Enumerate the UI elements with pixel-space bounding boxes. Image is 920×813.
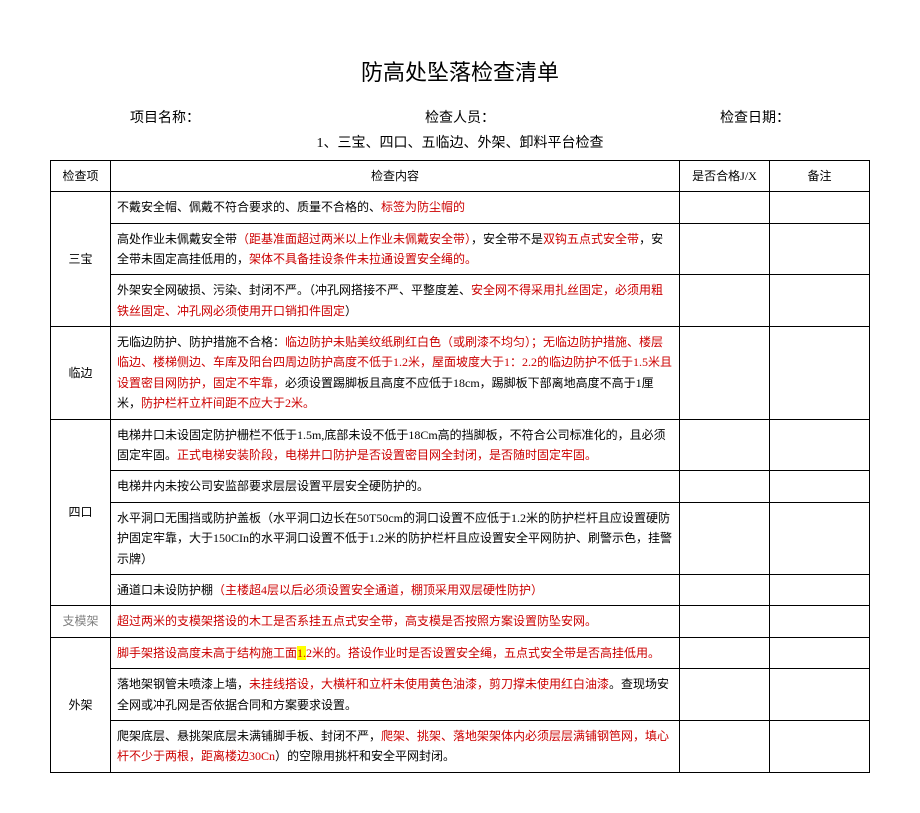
cat-zmj: 支模架 bbox=[51, 606, 111, 637]
sk-row1: 电梯井口未设固定防护栅栏不低于1.5m,底部未设不低于18Cm高的挡脚板，不符合… bbox=[111, 419, 680, 471]
header-pass: 是否合格J/X bbox=[680, 160, 770, 191]
sb-row2: 高处作业未佩戴安全带（距基准面超过两米以上作业未佩戴安全带），安全带不是双钩五点… bbox=[111, 223, 680, 275]
page-title: 防高处坠落检查清单 bbox=[50, 55, 870, 87]
info-row: 项目名称： 检查人员： 检查日期： bbox=[50, 107, 870, 132]
sb-row1: 不戴安全帽、佩戴不符合要求的、质量不合格的、标签为防尘帽的 bbox=[111, 192, 680, 223]
wj-row3: 爬架底层、悬挑架底层未满铺脚手板、封闭不严，爬架、挑架、落地架架体内必须层层满铺… bbox=[111, 720, 680, 772]
wj-row1: 脚手架搭设高度未高于结构施工面1.2米的。搭设作业时是否设置安全绳，五点式安全带… bbox=[111, 637, 680, 668]
header-content: 检查内容 bbox=[111, 160, 680, 191]
sk-row2: 电梯井内未按公司安监部要求层层设置平层安全硬防护的。 bbox=[111, 471, 680, 502]
cat-sanbao: 三宝 bbox=[51, 192, 111, 327]
sk-row4: 通道口未设防护棚（主楼超4层以后必须设置安全通道，棚顶采用双层硬性防护） bbox=[111, 574, 680, 605]
subtitle: 1、三宝、四口、五临边、外架、卸料平台检查 bbox=[50, 132, 870, 152]
lb-row1: 无临边防护、防护措施不合格：临边防护未贴美纹纸刷红白色（或刷漆不均匀）；无临边防… bbox=[111, 327, 680, 420]
header-note: 备注 bbox=[770, 160, 870, 191]
inspector-label: 检查人员： bbox=[425, 107, 495, 127]
date-label: 检查日期： bbox=[720, 107, 790, 127]
checklist-table: 检查项 检查内容 是否合格J/X 备注 三宝 不戴安全帽、佩戴不符合要求的、质量… bbox=[50, 160, 870, 773]
project-label: 项目名称： bbox=[130, 107, 200, 127]
cat-sikou: 四口 bbox=[51, 419, 111, 606]
sb-row3: 外架安全网破损、污染、封闭不严。（冲孔网搭接不严、平整度差、安全网不得采用扎丝固… bbox=[111, 275, 680, 327]
sk-row3: 水平洞口无围挡或防护盖板（水平洞口边长在50T50cm的洞口设置不应低于1.2米… bbox=[111, 502, 680, 574]
zmj-row1: 超过两米的支模架搭设的木工是否系挂五点式安全带，高支模是否按照方案设置防坠安网。 bbox=[111, 606, 680, 637]
cat-waijia: 外架 bbox=[51, 637, 111, 772]
header-item: 检查项 bbox=[51, 160, 111, 191]
cat-linbian: 临边 bbox=[51, 327, 111, 420]
wj-row2: 落地架钢管未喷漆上墙，未挂线搭设，大横杆和立杆未使用黄色油漆，剪刀撑未使用红白油… bbox=[111, 669, 680, 721]
